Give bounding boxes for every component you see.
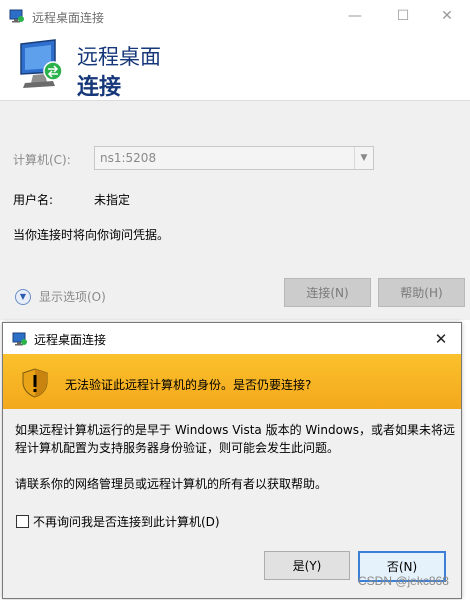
dont-ask-again-label: 不再询问我是否连接到此计算机(D) [33, 515, 220, 529]
maximize-button[interactable]: ☐ [380, 0, 426, 32]
credentials-info: 当你连接时将向你询问凭据。 [13, 228, 170, 242]
show-options-label: 显示选项(O) [39, 290, 106, 304]
banner-title-line2: 连接 [77, 75, 122, 100]
rdp-icon [9, 9, 24, 23]
dialog-title: 远程桌面连接 [34, 333, 107, 347]
shield-warning-icon [22, 368, 48, 398]
main-titlebar: 远程桌面连接 — ☐ ✕ [0, 0, 470, 32]
username-label: 用户名: [13, 193, 54, 207]
computer-value: ns1:5208 [100, 151, 157, 165]
dont-ask-again-checkbox[interactable] [16, 515, 29, 528]
monitor-icon [20, 39, 63, 88]
yes-button[interactable]: 是(Y) [264, 551, 350, 580]
show-options-toggle[interactable]: ▼ 显示选项(O) [15, 288, 106, 305]
dialog-message-2: 请联系你的网络管理员或远程计算机的所有者以获取帮助。 [15, 477, 328, 491]
computer-label: 计算机(C): [13, 153, 71, 167]
help-button[interactable]: 帮助(H) [378, 278, 465, 307]
csdn-watermark: CSDN @jekc868 [358, 574, 449, 588]
dialog-message-1: 如果远程计算机运行的是早于 Windows Vista 版本的 Windows，… [15, 423, 455, 455]
chevron-down-icon: ▼ [15, 288, 31, 305]
rdp-icon [12, 332, 27, 346]
close-icon[interactable]: ✕ [421, 323, 461, 354]
close-button[interactable]: ✕ [424, 0, 470, 32]
warning-bar: 无法验证此远程计算机的身份。是否仍要连接? [3, 354, 461, 409]
warning-text: 无法验证此远程计算机的身份。是否仍要连接? [65, 378, 312, 392]
computer-combobox[interactable]: ns1:5208 ▼ [94, 146, 374, 170]
chevron-down-icon[interactable]: ▼ [354, 147, 373, 169]
banner-title-line1: 远程桌面 [77, 45, 161, 69]
dialog-titlebar: 远程桌面连接 ✕ [3, 323, 461, 354]
dont-ask-again-option[interactable]: 不再询问我是否连接到此计算机(D) [16, 513, 220, 530]
main-window-title: 远程桌面连接 [32, 11, 105, 25]
identity-warning-dialog: 远程桌面连接 ✕ 无法验证此远程计算机的身份。是否仍要连接? 如果远程计算机运行… [2, 322, 462, 599]
rdp-banner: 远程桌面 连接 [0, 32, 470, 101]
minimize-button[interactable]: — [332, 0, 378, 32]
connect-button[interactable]: 连接(N) [284, 278, 371, 307]
username-value: 未指定 [94, 193, 131, 207]
rdp-main-window: 远程桌面连接 — ☐ ✕ 远程桌面 连接 计算机(C): ns1:5208 ▼ … [0, 0, 470, 320]
